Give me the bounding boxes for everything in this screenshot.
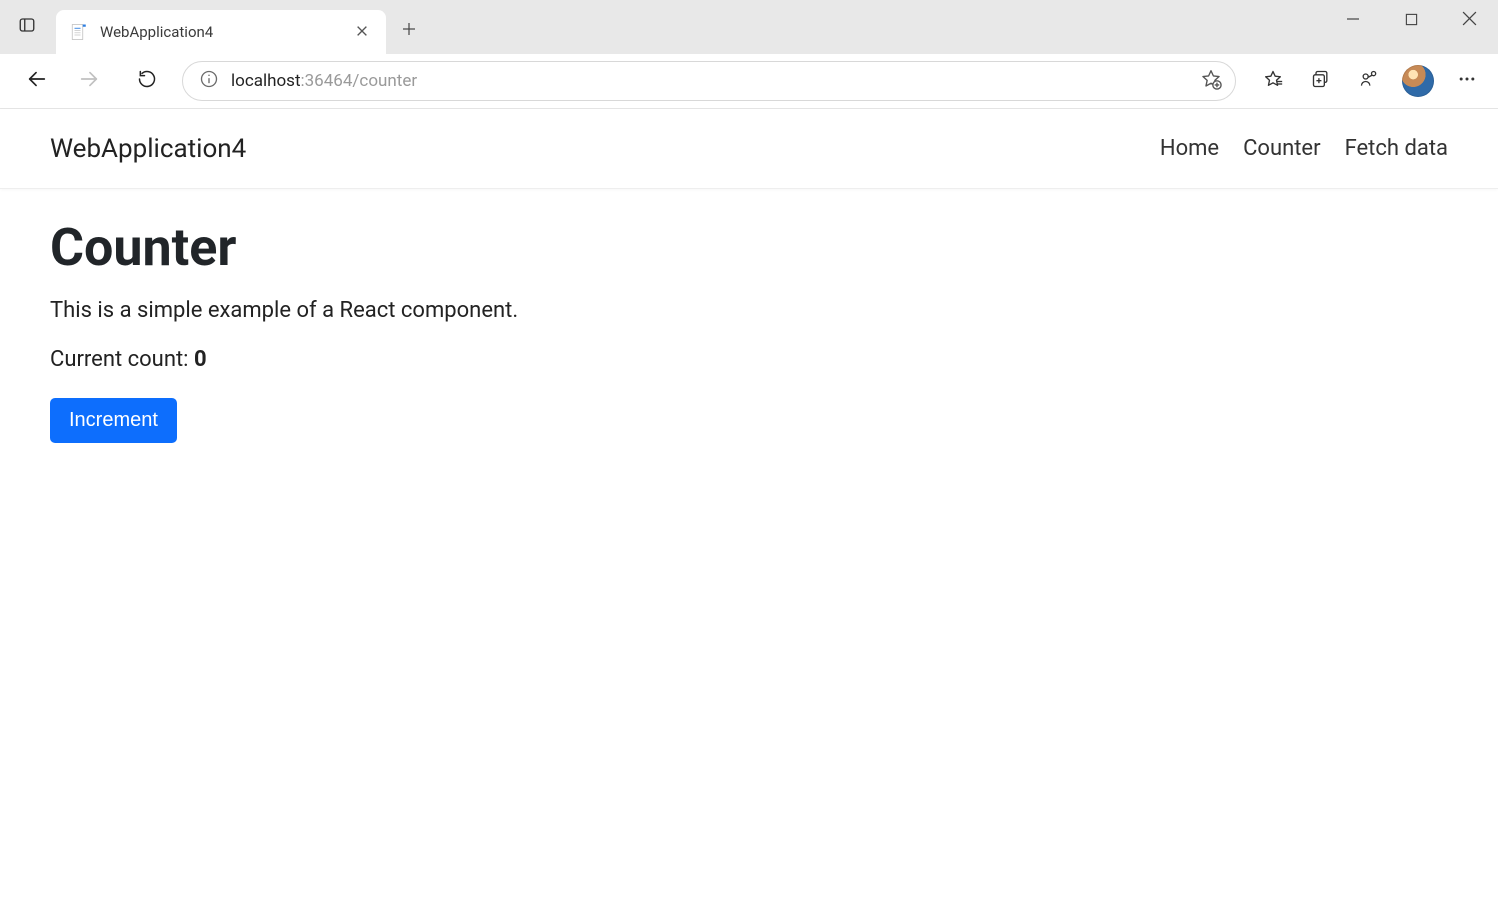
app-navbar: WebApplication4 Home Counter Fetch data [0, 109, 1498, 189]
person-share-icon [1359, 69, 1379, 93]
forward-icon [78, 68, 100, 94]
nav-refresh-button[interactable] [126, 60, 168, 102]
count-line: Current count: 0 [50, 347, 1448, 372]
nav-link-home[interactable]: Home [1160, 136, 1219, 161]
info-icon [199, 69, 219, 93]
window-close-button[interactable] [1440, 0, 1498, 40]
back-icon [26, 68, 48, 94]
add-favorite-button[interactable] [1195, 65, 1227, 97]
favorites-button[interactable] [1252, 60, 1294, 102]
nav-link-fetch-data[interactable]: Fetch data [1345, 136, 1448, 161]
url-text: localhost:36464/counter [231, 71, 1195, 91]
site-info-button[interactable] [197, 69, 221, 93]
browser-toolbar: localhost:36464/counter [0, 54, 1498, 109]
new-tab-button[interactable] [392, 14, 426, 48]
page: WebApplication4 Home Counter Fetch data … [0, 109, 1498, 471]
browser-tab-strip: WebApplication4 [0, 0, 1498, 54]
address-bar[interactable]: localhost:36464/counter [182, 61, 1236, 101]
count-value: 0 [194, 347, 207, 372]
refresh-icon [137, 69, 157, 93]
window-controls [1324, 0, 1498, 40]
star-plus-icon [1200, 68, 1222, 94]
window-maximize-button[interactable] [1382, 0, 1440, 40]
close-icon [1462, 11, 1477, 30]
tab-favicon-icon [70, 23, 88, 41]
tab-actions-icon [18, 16, 36, 38]
collections-button[interactable] [1300, 60, 1342, 102]
page-heading: Counter [50, 217, 1448, 278]
count-label: Current count: [50, 347, 194, 372]
favorites-star-icon [1263, 69, 1283, 93]
minimize-icon [1346, 11, 1360, 30]
url-host: localhost [231, 71, 301, 91]
tab-actions-button[interactable] [10, 10, 44, 44]
collections-icon [1311, 69, 1331, 93]
ellipsis-icon [1457, 69, 1477, 93]
nav-back-button[interactable] [16, 60, 58, 102]
nav-forward-button[interactable] [68, 60, 110, 102]
toolbar-right-tools [1252, 60, 1488, 102]
browser-tab[interactable]: WebApplication4 [56, 10, 386, 54]
window-minimize-button[interactable] [1324, 0, 1382, 40]
profile-avatar[interactable] [1402, 65, 1434, 97]
nav-link-counter[interactable]: Counter [1243, 136, 1320, 161]
tab-title: WebApplication4 [100, 23, 352, 41]
browser-essentials-button[interactable] [1348, 60, 1390, 102]
page-content: Counter This is a simple example of a Re… [0, 189, 1498, 471]
page-description: This is a simple example of a React comp… [50, 298, 1448, 323]
close-icon [355, 23, 369, 42]
tab-close-button[interactable] [352, 22, 372, 42]
nav-links: Home Counter Fetch data [1160, 136, 1448, 161]
increment-button[interactable]: Increment [50, 398, 177, 443]
plus-icon [400, 20, 418, 42]
settings-menu-button[interactable] [1446, 60, 1488, 102]
brand[interactable]: WebApplication4 [50, 134, 246, 164]
maximize-icon [1405, 11, 1418, 30]
url-rest: :36464/counter [301, 71, 418, 91]
